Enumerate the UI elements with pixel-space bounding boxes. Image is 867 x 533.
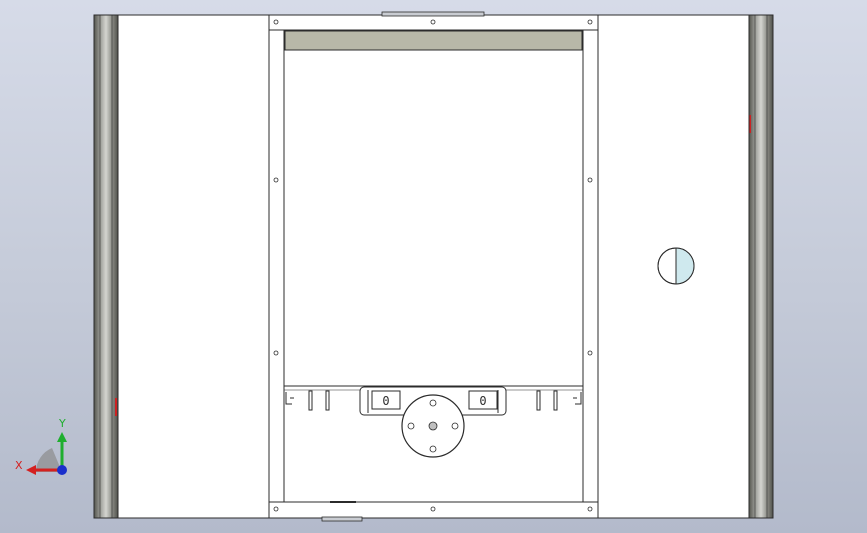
right-rail xyxy=(748,14,774,519)
knob xyxy=(657,247,695,285)
bottom-slot xyxy=(321,516,363,522)
rotary-disc xyxy=(401,394,465,458)
top-strip xyxy=(284,30,583,51)
coordinate-triad: X Y xyxy=(15,417,67,475)
top-slot xyxy=(381,11,485,17)
clamp-label-left: 0 xyxy=(382,394,389,408)
z-axis-dot xyxy=(57,465,67,475)
y-axis-label: Y xyxy=(58,417,66,430)
left-rail xyxy=(93,14,119,519)
cad-graphics-viewport[interactable]: 0 0 X Y xyxy=(0,0,867,533)
left-panel xyxy=(117,14,270,519)
x-axis-label: X xyxy=(15,459,23,472)
clamp-label-right: 0 xyxy=(479,394,486,408)
